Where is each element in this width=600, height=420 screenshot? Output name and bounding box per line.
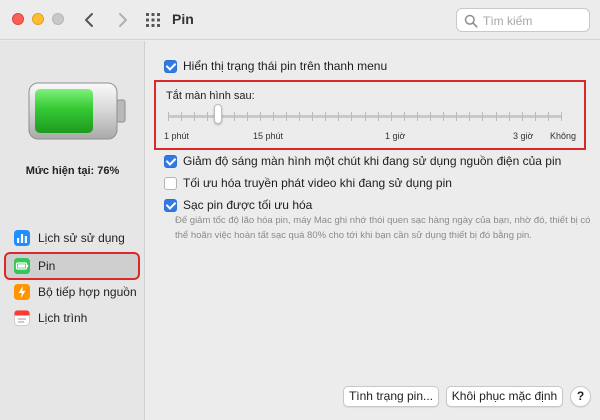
sidebar-item-label: Bộ tiếp hợp nguồn [38,285,137,299]
minimize-window-button[interactable] [32,13,44,25]
battery-level-icon [28,82,126,140]
slider-tick [561,112,562,121]
slider-tick [482,112,483,121]
slider-tick [325,112,326,121]
sidebar-item-label: Lịch sử sử dụng [38,231,125,245]
dim-display-option[interactable]: Giảm độ sáng màn hình một chút khi đang … [164,154,561,168]
battery-level-text: Mức hiện tại: 76% [25,165,120,177]
slider-tick [469,112,470,121]
sidebar-item-label: Lịch trình [38,311,88,325]
slider-label-1-minute: 1 phút [164,131,190,141]
slider-tick [207,112,208,121]
slider-tick [260,112,261,121]
grid-icon [146,13,160,27]
sidebar-item-usage-history[interactable]: Lịch sử sử dụng [6,226,138,250]
slider-label-3-hours: 3 giờ [513,131,534,141]
preferences-window: Pin Tìm kiếm Mức hiện tại: 76% Lịch sử s… [0,0,600,420]
slider-tick [522,112,523,121]
slider-tick [509,112,510,121]
forward-button[interactable] [112,9,132,31]
battery-health-button[interactable]: Tình trạng pin... [343,386,439,407]
slider-tick [417,112,418,121]
window-title: Pin [172,11,194,27]
sidebar: Mức hiện tại: 76% Lịch sử sử dụng Pin Bộ… [0,41,145,420]
slider-tick [378,112,379,121]
battery-fill [35,89,93,133]
show-in-menubar-label: Hiển thị trạng thái pin trên thanh menu [183,59,388,73]
display-sleep-section: Tắt màn hình sau: 1 phút 15 phút 1 giờ 3… [154,80,586,150]
back-button[interactable] [80,9,100,31]
slider-tick [535,112,536,121]
optimize-video-option[interactable]: Tối ưu hóa truyền phát video khi đang sử… [164,176,452,190]
slider-tick [312,112,313,121]
display-sleep-slider-ticks [168,112,562,122]
chevron-left-icon [85,13,93,27]
restore-defaults-button[interactable]: Khôi phục mặc định [446,386,563,407]
optimized-charging-description: Để giảm tốc độ lão hóa pin, máy Mac ghi … [175,215,591,241]
optimize-video-checkbox[interactable] [164,176,177,190]
sidebar-item-battery[interactable]: Pin [4,252,140,280]
slider-tick [365,112,366,121]
slider-tick [351,112,352,121]
slider-tick [548,112,549,121]
sidebar-item-label: Pin [38,259,56,273]
display-sleep-title: Tắt màn hình sau: [166,90,255,102]
slider-tick [181,112,182,121]
slider-tick [391,112,392,121]
dim-display-checkbox[interactable] [164,154,177,168]
slider-tick [234,112,235,121]
slider-tick [456,112,457,121]
close-window-button[interactable] [12,13,24,25]
title-bar: Pin [0,0,600,40]
show-in-menubar-option[interactable]: Hiển thị trạng thái pin trên thanh menu [164,59,387,73]
slider-tick [404,112,405,121]
battery-settings-pane: Hiển thị trạng thái pin trên thanh menu … [146,41,600,420]
slider-tick [443,112,444,121]
slider-tick [168,112,169,121]
slider-label-never: Không [550,131,577,141]
sidebar-item-schedule[interactable]: Lịch trình [6,306,138,330]
optimize-video-label: Tối ưu hóa truyền phát video khi đang sử… [183,176,452,190]
slider-tick [247,112,248,121]
slider-tick [299,112,300,121]
display-sleep-slider-thumb[interactable] [214,104,222,124]
power-adapter-icon [14,284,30,300]
slider-tick [286,112,287,121]
slider-tick [496,112,497,121]
search-field[interactable] [456,8,590,32]
optimized-charging-label: Sạc pin được tối ưu hóa [183,198,313,212]
show-in-menubar-checkbox[interactable] [164,59,177,73]
slider-tick [430,112,431,121]
slider-tick [194,112,195,121]
sidebar-item-power-adapter[interactable]: Bộ tiếp hợp nguồn [6,280,138,304]
search-input[interactable] [483,12,583,29]
battery-icon [14,258,30,274]
usage-history-icon [14,230,30,246]
slider-label-15-minutes: 15 phút [253,131,284,141]
optimized-charging-option[interactable]: Sạc pin được tối ưu hóa [164,198,312,212]
slider-tick [338,112,339,121]
zoom-window-button[interactable] [52,13,64,25]
optimized-charging-checkbox[interactable] [164,198,177,212]
help-button[interactable]: ? [570,386,591,407]
chevron-right-icon [119,13,127,27]
dim-display-label: Giảm độ sáng màn hình một chút khi đang … [183,154,562,168]
slider-label-1-hour: 1 giờ [385,131,406,141]
magnifier-icon [464,14,478,28]
show-all-button[interactable] [145,12,161,28]
slider-tick [273,112,274,121]
schedule-icon [14,310,30,326]
